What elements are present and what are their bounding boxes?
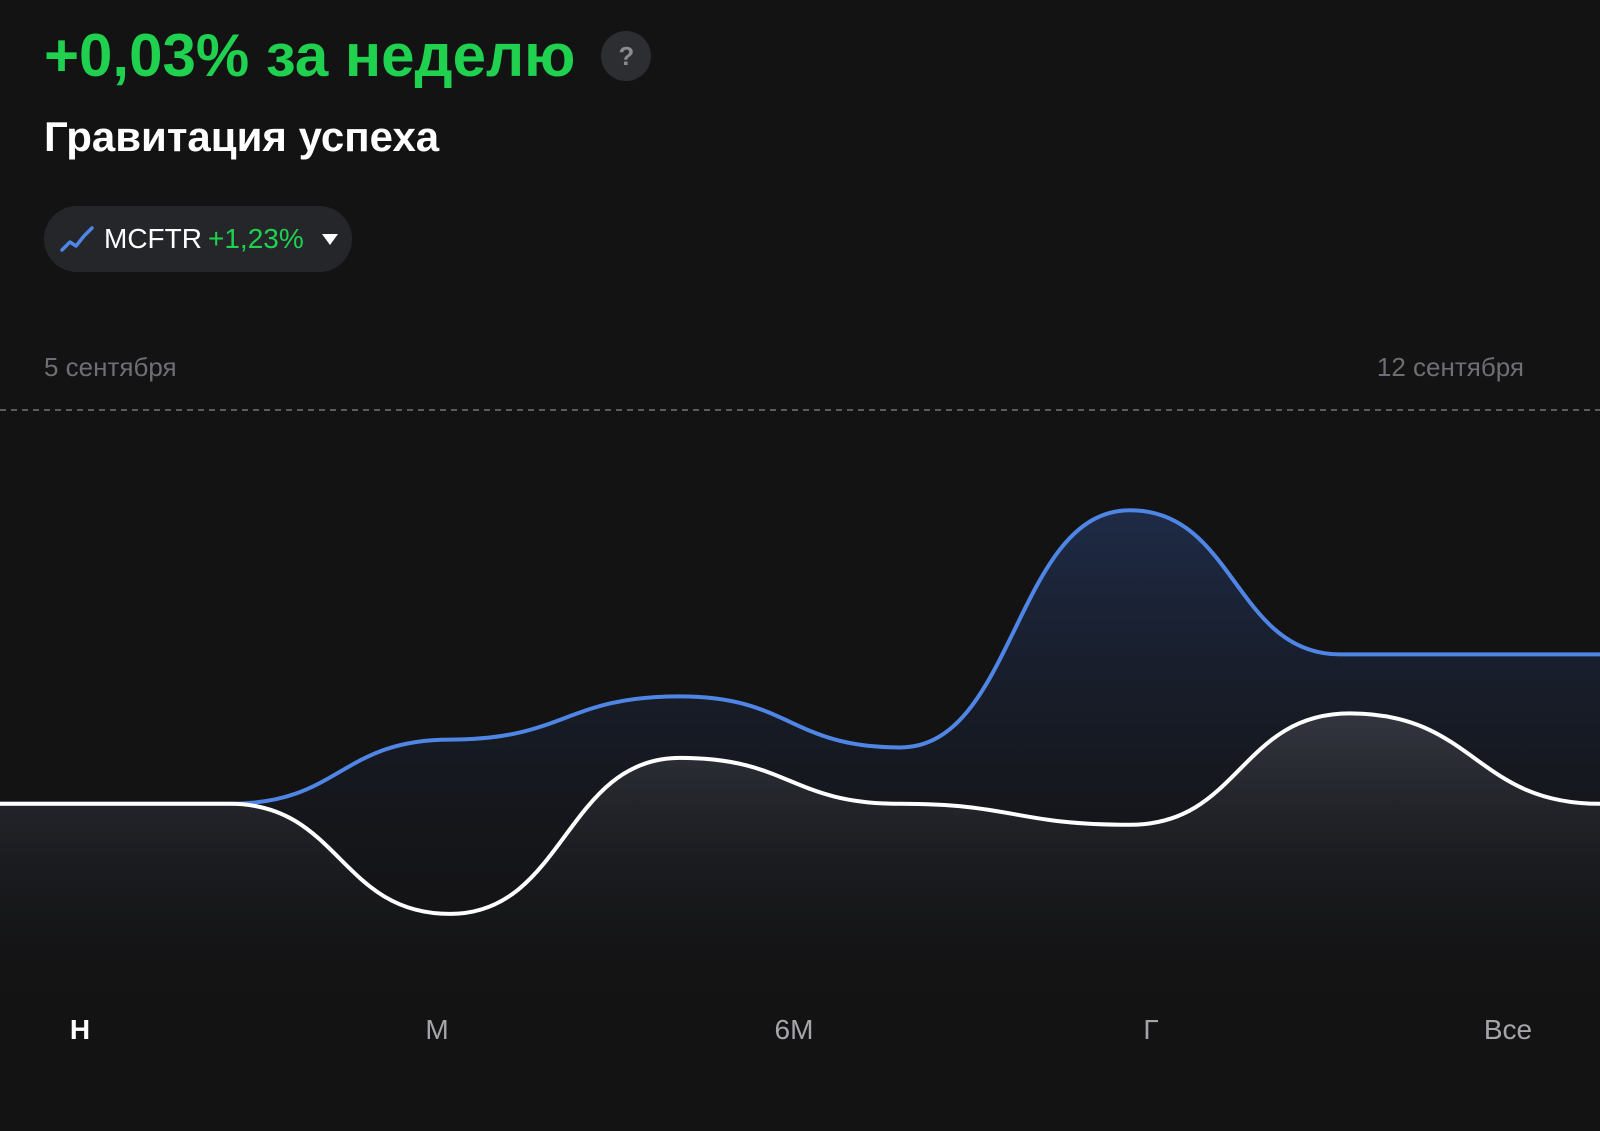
benchmark-name: MCFTR [104,223,202,254]
tab-week[interactable]: Н [70,1005,90,1055]
performance-chart [0,409,1600,1005]
period-tabs: Н М 6М Г Все [0,1005,1600,1065]
tab-year[interactable]: Г [1143,1005,1158,1055]
help-button[interactable]: ? [601,31,652,81]
portfolio-title: Гравитация успеха [44,113,440,160]
tab-month[interactable]: М [425,1005,448,1055]
series-layer [0,508,1600,1005]
trend-line-icon [60,226,94,252]
tab-six-months[interactable]: 6М [775,1005,814,1055]
weekly-performance: +0,03% за неделю [44,22,576,89]
question-mark-icon: ? [618,40,635,71]
tab-all[interactable]: Все [1484,1005,1532,1055]
benchmark-change: +1,23% [207,223,304,254]
date-range-start: 5 сентября [44,352,177,382]
date-range-end: 12 сентября [1376,352,1524,382]
header-row: +0,03% за неделю ? [44,20,652,92]
benchmark-selector[interactable]: MCFTR +1,23% [44,206,352,272]
chevron-down-icon [321,233,338,245]
